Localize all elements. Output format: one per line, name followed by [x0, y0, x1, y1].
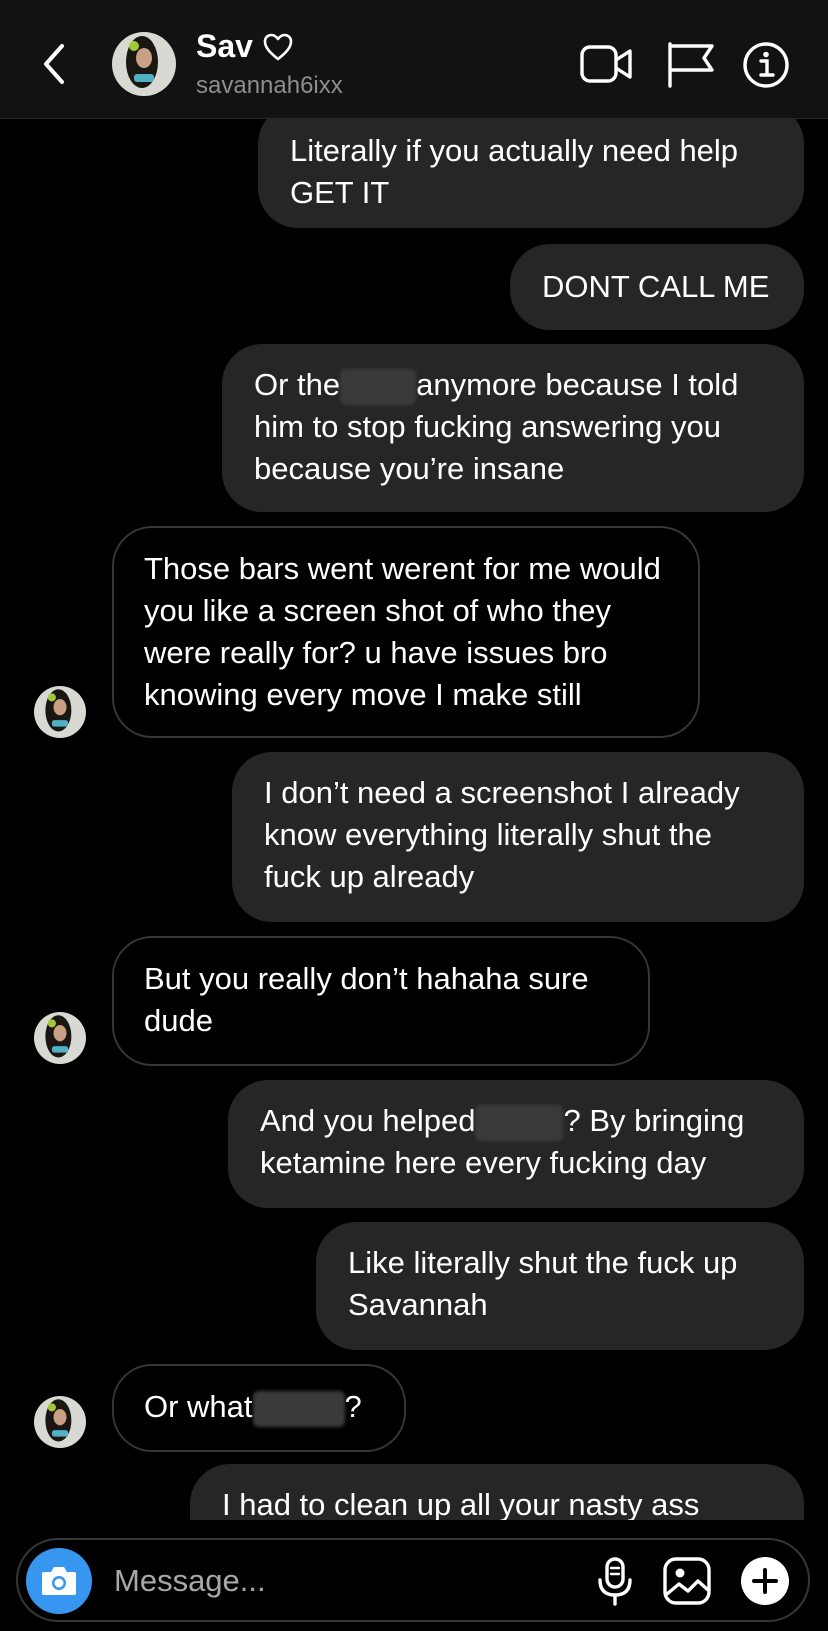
message-text: Those bars went werent for me would you …: [144, 551, 661, 712]
message-thread[interactable]: Literally if you actually need help GET …: [0, 118, 828, 1520]
message-text: Literally if you actually need help GET …: [290, 133, 739, 210]
message-text: Like literally shut the fuck up Savannah: [348, 1245, 738, 1322]
contact-name-text: Sav: [196, 28, 253, 64]
message-bubble-outgoing[interactable]: I had to clean up all your nasty ass: [190, 1464, 804, 1520]
redacted-text: [252, 1390, 345, 1427]
message-text: DONT CALL ME: [542, 269, 770, 304]
avatar[interactable]: [34, 1396, 86, 1448]
message-bubble-incoming[interactable]: Or what?: [112, 1364, 406, 1452]
info-icon[interactable]: [740, 40, 796, 90]
back-chevron-icon[interactable]: [36, 40, 76, 88]
message-bubble-outgoing[interactable]: Literally if you actually need help GET …: [258, 118, 804, 228]
avatar[interactable]: [34, 1012, 86, 1064]
camera-icon: [42, 1567, 76, 1595]
message-bubble-outgoing[interactable]: And you helped? By bringing ketamine her…: [228, 1080, 804, 1208]
redacted-text: [475, 1104, 564, 1141]
avatar[interactable]: [112, 32, 176, 96]
camera-button[interactable]: [26, 1548, 92, 1614]
message-text: Or the: [254, 367, 341, 402]
message-composer: [16, 1538, 810, 1622]
message-text: And you helped: [260, 1103, 476, 1138]
message-text: ?: [344, 1389, 362, 1424]
message-bubble-incoming[interactable]: Those bars went werent for me would you …: [112, 526, 700, 738]
message-text: But you really don’t hahaha sure dude: [144, 961, 589, 1038]
plus-icon[interactable]: [738, 1554, 792, 1608]
avatar[interactable]: [34, 686, 86, 738]
message-text: Or what: [144, 1389, 253, 1424]
gallery-icon[interactable]: [660, 1554, 714, 1608]
heart-outline-icon: [263, 33, 293, 60]
message-bubble-outgoing[interactable]: DONT CALL ME: [510, 244, 804, 330]
video-call-icon[interactable]: [578, 40, 634, 90]
message-text: I don’t need a screenshot I already know…: [264, 775, 740, 894]
message-bubble-incoming[interactable]: But you really don’t hahaha sure dude: [112, 936, 650, 1066]
message-bubble-outgoing[interactable]: Or the anymore because I told him to stop…: [222, 344, 804, 512]
message-text: I had to clean up all your nasty ass: [222, 1487, 700, 1520]
message-input[interactable]: [112, 1554, 556, 1608]
contact-username: savannah6ixx: [196, 72, 343, 99]
message-bubble-outgoing[interactable]: I don’t need a screenshot I already know…: [232, 752, 804, 922]
message-bubble-outgoing[interactable]: Like literally shut the fuck up Savannah: [316, 1222, 804, 1350]
redacted-text: [340, 368, 417, 405]
chat-header: Sav savannah6ixx: [0, 0, 828, 119]
microphone-icon[interactable]: [588, 1554, 642, 1608]
contact-name[interactable]: Sav: [196, 28, 293, 65]
flag-icon[interactable]: [664, 40, 720, 90]
